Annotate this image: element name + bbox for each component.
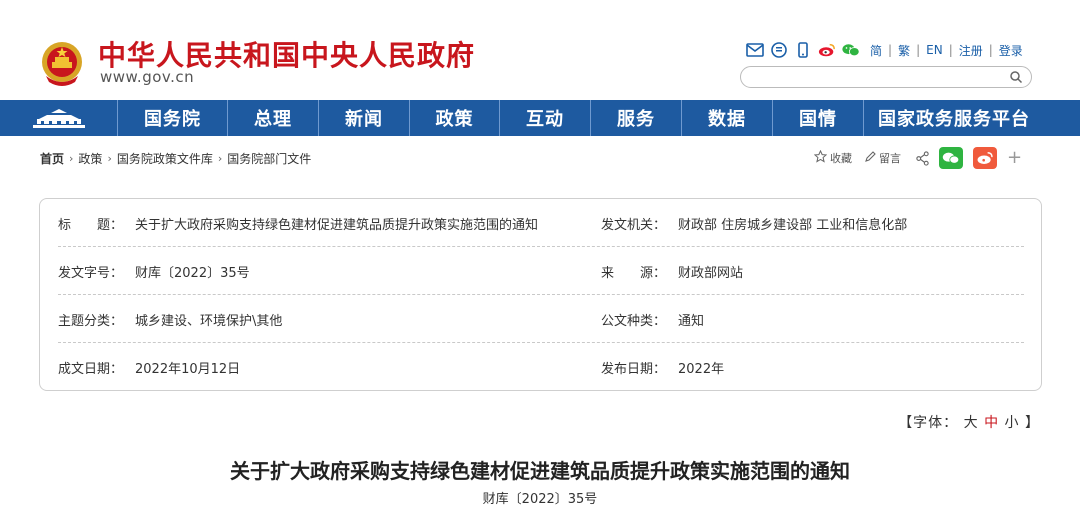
main-nav: 国务院 总理 新闻 政策 互动 服务 数据 国情 国家政务服务平台 bbox=[0, 100, 1080, 136]
simplified-link[interactable]: 简 bbox=[870, 42, 882, 59]
font-size-prefix: 【字体： bbox=[898, 415, 959, 431]
publish-date-value: 2022年 bbox=[678, 362, 725, 377]
language-links: 简 | 繁 | EN | 注册 | 登录 bbox=[870, 42, 1023, 59]
top-tools: 简 | 繁 | EN | 注册 | 登录 bbox=[746, 40, 1023, 60]
publish-date-label: 发布日期： bbox=[601, 362, 667, 377]
traditional-link[interactable]: 繁 bbox=[898, 42, 910, 59]
divider: | bbox=[916, 43, 921, 57]
breadcrumb-home[interactable]: 首页 bbox=[40, 150, 64, 167]
doctype-label: 公文种类： bbox=[601, 314, 667, 329]
rss-icon[interactable] bbox=[770, 41, 788, 59]
national-emblem-icon[interactable] bbox=[40, 40, 84, 86]
favorite-label: 收藏 bbox=[830, 152, 852, 165]
search-icon[interactable] bbox=[1009, 69, 1025, 85]
divider: | bbox=[948, 43, 953, 57]
nav-item-interaction[interactable]: 互动 bbox=[500, 100, 591, 136]
chevron-right-icon: › bbox=[69, 151, 74, 165]
chevron-right-icon: › bbox=[107, 151, 112, 165]
nav-item-national-profile[interactable]: 国情 bbox=[773, 100, 864, 136]
nav-item-premier[interactable]: 总理 bbox=[228, 100, 319, 136]
document-title: 关于扩大政府采购支持绿色建材促进建筑品质提升政策实施范围的通知 bbox=[230, 459, 850, 483]
font-size-control: 【字体： 大 中 小 】 bbox=[898, 412, 1040, 432]
breadcrumb: 首页 › 政策 › 国务院政策文件库 › 国务院部门文件 bbox=[40, 150, 311, 166]
register-link[interactable]: 注册 bbox=[959, 42, 983, 59]
comment-button[interactable]: 留言 bbox=[864, 150, 901, 166]
nav-item-services[interactable]: 服务 bbox=[591, 100, 682, 136]
nav-item-data[interactable]: 数据 bbox=[682, 100, 773, 136]
source-value: 财政部网站 bbox=[678, 266, 744, 281]
info-row: 成文日期： 2022年10月12日 发布日期： 2022年 bbox=[58, 343, 1024, 391]
divider: | bbox=[888, 43, 893, 57]
favorite-button[interactable]: 收藏 bbox=[813, 149, 852, 166]
issuer-label: 发文机关： bbox=[601, 218, 667, 233]
info-row: 主题分类： 城乡建设、环境保护\其他 公文种类： 通知 bbox=[58, 295, 1024, 343]
font-size-large-button[interactable]: 大 bbox=[964, 415, 979, 431]
share-icon[interactable] bbox=[913, 147, 931, 169]
wechat-icon[interactable] bbox=[842, 41, 860, 59]
search-box bbox=[740, 66, 1032, 88]
document-info-box: 标 题： 关于扩大政府采购支持绿色建材促进建筑品质提升政策实施范围的通知 发文机… bbox=[39, 198, 1042, 391]
weibo-icon[interactable] bbox=[818, 41, 836, 59]
mobile-icon[interactable] bbox=[794, 41, 812, 59]
info-row: 发文字号： 财库〔2022〕35号 来 源： 财政部网站 bbox=[58, 247, 1024, 295]
title-label: 标 题： bbox=[58, 218, 124, 233]
topic-value: 城乡建设、环境保护\其他 bbox=[135, 314, 283, 329]
breadcrumb-policy-library[interactable]: 国务院政策文件库 bbox=[117, 150, 213, 167]
font-size-small-button[interactable]: 小 bbox=[1005, 415, 1020, 431]
more-icon[interactable]: + bbox=[1007, 149, 1022, 167]
topic-label: 主题分类： bbox=[58, 314, 124, 329]
issuer-value: 财政部 住房城乡建设部 工业和信息化部 bbox=[678, 218, 908, 233]
document-number: 财库〔2022〕35号 bbox=[482, 492, 598, 507]
tiananmen-home-icon[interactable] bbox=[0, 100, 118, 136]
star-icon bbox=[813, 149, 828, 166]
site-url[interactable]: www.gov.cn bbox=[100, 68, 194, 86]
breadcrumb-policy[interactable]: 政策 bbox=[78, 150, 102, 167]
nav-item-service-platform[interactable]: 国家政务服务平台 bbox=[864, 100, 1044, 136]
share-bar: 收藏 留言 + bbox=[813, 146, 1022, 170]
docno-label: 发文字号： bbox=[58, 266, 124, 281]
search-input[interactable] bbox=[751, 69, 1011, 87]
site-header: 中华人民共和国中央人民政府 www.gov.cn 简 | 繁 | EN | 注册… bbox=[0, 0, 1080, 100]
nav-item-news[interactable]: 新闻 bbox=[319, 100, 410, 136]
english-link[interactable]: EN bbox=[926, 43, 943, 57]
comment-label: 留言 bbox=[879, 152, 901, 165]
login-link[interactable]: 登录 bbox=[999, 42, 1023, 59]
doctype-value: 通知 bbox=[678, 314, 705, 329]
source-label: 来 源： bbox=[601, 266, 667, 281]
written-date-label: 成文日期： bbox=[58, 362, 124, 377]
divider: | bbox=[988, 43, 993, 57]
mail-icon[interactable] bbox=[746, 41, 764, 59]
font-size-medium-button[interactable]: 中 bbox=[984, 415, 999, 431]
nav-item-policy[interactable]: 政策 bbox=[410, 100, 500, 136]
pen-icon bbox=[864, 150, 876, 166]
written-date-value: 2022年10月12日 bbox=[135, 362, 241, 377]
font-size-suffix: 】 bbox=[1025, 415, 1040, 431]
info-row: 标 题： 关于扩大政府采购支持绿色建材促进建筑品质提升政策实施范围的通知 发文机… bbox=[58, 199, 1024, 247]
nav-item-state-council[interactable]: 国务院 bbox=[118, 100, 228, 136]
wechat-share-icon[interactable] bbox=[939, 147, 963, 169]
title-value: 关于扩大政府采购支持绿色建材促进建筑品质提升政策实施范围的通知 bbox=[135, 218, 539, 233]
chevron-right-icon: › bbox=[217, 151, 223, 165]
breadcrumb-department-docs[interactable]: 国务院部门文件 bbox=[227, 150, 311, 167]
weibo-share-icon[interactable] bbox=[973, 147, 997, 169]
docno-value: 财库〔2022〕35号 bbox=[135, 266, 250, 281]
